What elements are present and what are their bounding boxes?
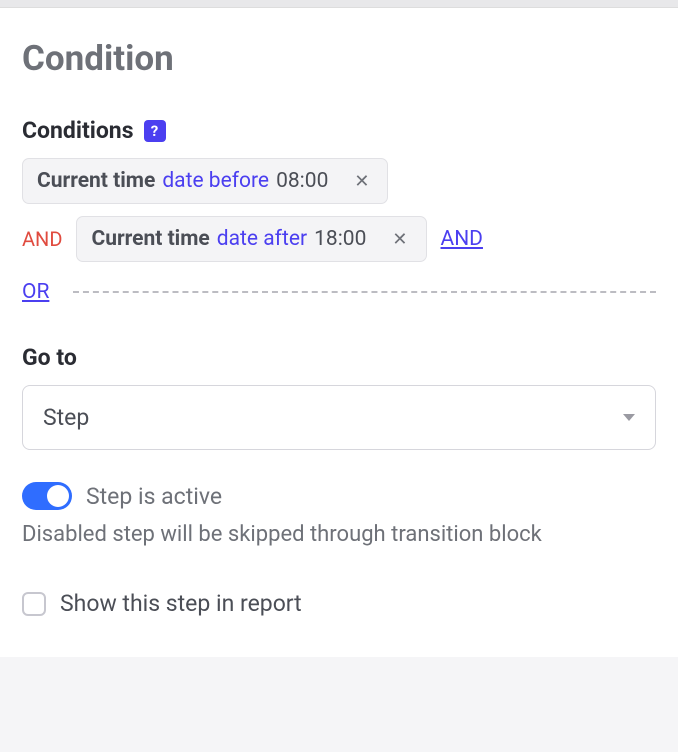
condition-operator: date before bbox=[162, 169, 269, 193]
and-row: AND Current time date after 18:00 ✕ AND bbox=[22, 216, 656, 262]
toggle-knob bbox=[47, 485, 69, 507]
condition-subject: Current time bbox=[91, 227, 209, 251]
goto-select[interactable]: Step bbox=[22, 385, 656, 450]
show-in-report-checkbox[interactable] bbox=[22, 592, 46, 616]
condition-text: Current time date after 18:00 bbox=[91, 227, 366, 251]
condition-panel: Condition Conditions ? Current time date… bbox=[0, 8, 678, 657]
add-or-link[interactable]: OR bbox=[22, 280, 49, 304]
condition-operator: date after bbox=[217, 227, 307, 251]
divider-dashed bbox=[73, 291, 656, 293]
chevron-down-icon bbox=[623, 414, 635, 421]
and-join-label: AND bbox=[22, 227, 62, 251]
condition-text: Current time date before 08:00 bbox=[37, 169, 328, 193]
top-border bbox=[0, 0, 678, 8]
step-active-toggle[interactable] bbox=[22, 482, 72, 510]
condition-chip[interactable]: Current time date before 08:00 ✕ bbox=[22, 158, 388, 204]
step-active-row: Step is active bbox=[22, 482, 656, 510]
add-and-link[interactable]: AND bbox=[441, 227, 483, 251]
page-title: Condition bbox=[22, 38, 656, 79]
conditions-label: Conditions bbox=[22, 117, 134, 144]
step-active-helper: Disabled step will be skipped through tr… bbox=[22, 518, 656, 552]
show-in-report-label: Show this step in report bbox=[60, 590, 302, 617]
show-in-report-row: Show this step in report bbox=[22, 590, 656, 617]
condition-value: 08:00 bbox=[276, 169, 328, 193]
close-icon[interactable]: ✕ bbox=[388, 229, 411, 250]
goto-selected-value: Step bbox=[43, 404, 89, 431]
condition-subject: Current time bbox=[37, 169, 155, 193]
close-icon[interactable]: ✕ bbox=[350, 171, 373, 192]
or-row: OR bbox=[22, 280, 656, 304]
conditions-label-row: Conditions ? bbox=[22, 117, 656, 144]
condition-value: 18:00 bbox=[314, 227, 366, 251]
help-icon[interactable]: ? bbox=[144, 120, 166, 142]
condition-chip[interactable]: Current time date after 18:00 ✕ bbox=[76, 216, 426, 262]
step-active-label: Step is active bbox=[86, 483, 222, 510]
goto-label: Go to bbox=[22, 344, 656, 371]
